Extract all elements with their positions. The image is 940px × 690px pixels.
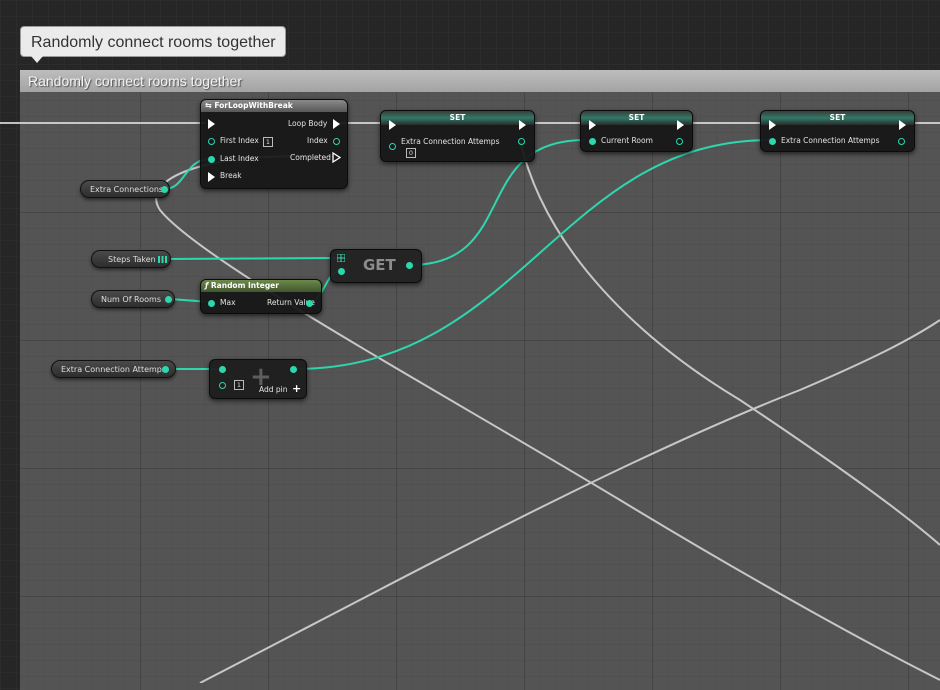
- set-current-room-node[interactable]: SET Current Room: [580, 110, 693, 152]
- for-loop-header[interactable]: ⇆ ForLoopWithBreak: [201, 100, 347, 112]
- set3-header: SET: [761, 111, 914, 125]
- set1-value[interactable]: 0: [406, 148, 416, 158]
- wires-layer: [0, 122, 940, 683]
- loop-body-label: Loop Body: [288, 119, 328, 128]
- var-extra-connections-label: Extra Connections: [90, 185, 164, 194]
- get-title: GET: [363, 256, 396, 274]
- var-extra-connection-attemps-out-pin[interactable]: [162, 366, 169, 373]
- var-num-of-rooms[interactable]: Num Of Rooms: [91, 290, 175, 308]
- var-extra-connection-attemps-label: Extra Connection Attemps: [61, 365, 167, 374]
- set3-value-out-pin[interactable]: [898, 138, 905, 145]
- last-index-pin[interactable]: [208, 156, 215, 163]
- index-out-pin[interactable]: [333, 138, 340, 145]
- set1-header: SET: [381, 111, 534, 125]
- break-label: Break: [220, 171, 242, 180]
- array-pin-icon[interactable]: [158, 256, 167, 263]
- set3-value-in-pin[interactable]: [769, 138, 776, 145]
- loop-body-exec-pin[interactable]: [333, 119, 340, 129]
- completed-exec-pin[interactable]: [332, 152, 341, 163]
- exec-wire-long: [199, 319, 940, 683]
- index-label: Index: [307, 136, 328, 145]
- for-loop-exec-in-pin[interactable]: [208, 119, 215, 129]
- exec-wire-back: [519, 139, 940, 546]
- var-num-of-rooms-out-pin[interactable]: [165, 296, 172, 303]
- var-steps-taken-label: Steps Taken: [108, 255, 156, 264]
- macro-icon: ⇆: [205, 101, 212, 110]
- set1-value-out-pin[interactable]: [518, 138, 525, 145]
- set3-exec-in-pin[interactable]: [769, 120, 776, 130]
- exec-wire-completed: [155, 155, 940, 681]
- set3-pin-label: Extra Connection Attemps: [781, 136, 880, 145]
- var-num-of-rooms-label: Num Of Rooms: [101, 295, 161, 304]
- first-index-label: First Index: [220, 136, 259, 145]
- set2-exec-out-pin[interactable]: [677, 120, 684, 130]
- add-pin-plus-icon[interactable]: +: [292, 382, 301, 395]
- completed-label: Completed: [290, 153, 331, 162]
- set2-value-out-pin[interactable]: [676, 138, 683, 145]
- for-loop-with-break-node[interactable]: ⇆ ForLoopWithBreak First Index 1 Last In…: [200, 99, 348, 189]
- add-int-node[interactable]: 1 + Add pin +: [209, 359, 307, 399]
- add-in-pin-b[interactable]: [219, 382, 226, 389]
- add-value-b[interactable]: 1: [234, 380, 244, 390]
- set2-header: SET: [581, 111, 692, 125]
- random-integer-header: ƒ Random Integer: [201, 280, 321, 292]
- get-out-pin[interactable]: [406, 262, 413, 269]
- add-pin-label[interactable]: Add pin: [259, 385, 288, 394]
- var-extra-connections-out-pin[interactable]: [161, 186, 168, 193]
- set1-exec-out-pin[interactable]: [519, 120, 526, 130]
- array-pin-icon[interactable]: [337, 254, 345, 262]
- set2-exec-in-pin[interactable]: [589, 120, 596, 130]
- random-integer-title: Random Integer: [210, 281, 279, 290]
- set2-value-in-pin[interactable]: [589, 138, 596, 145]
- break-exec-pin[interactable]: [208, 172, 215, 182]
- first-index-pin[interactable]: [208, 138, 215, 145]
- set-extra-connection-attemps-node-2[interactable]: SET Extra Connection Attemps: [760, 110, 915, 152]
- set1-pin-label: Extra Connection Attemps: [401, 137, 500, 146]
- set3-exec-out-pin[interactable]: [899, 120, 906, 130]
- return-value-out-pin[interactable]: [306, 300, 313, 307]
- var-extra-connection-attemps[interactable]: Extra Connection Attemps: [51, 360, 176, 378]
- add-out-pin[interactable]: [290, 366, 297, 373]
- add-in-pin-a[interactable]: [219, 366, 226, 373]
- get-array-node[interactable]: GET: [330, 249, 422, 283]
- set1-exec-in-pin[interactable]: [389, 120, 396, 130]
- max-in-pin[interactable]: [208, 300, 215, 307]
- var-extra-connections[interactable]: Extra Connections: [80, 180, 170, 198]
- var-steps-taken[interactable]: Steps Taken: [91, 250, 171, 268]
- last-index-label: Last Index: [220, 154, 259, 163]
- max-label: Max: [220, 298, 236, 307]
- set2-pin-label: Current Room: [601, 136, 653, 145]
- get-index-in-pin[interactable]: [338, 268, 345, 275]
- for-loop-title: ForLoopWithBreak: [214, 101, 293, 110]
- random-integer-node[interactable]: ƒ Random Integer Max Return Value: [200, 279, 322, 314]
- function-icon: ƒ: [205, 281, 209, 290]
- set-extra-connection-attemps-node-1[interactable]: SET Extra Connection Attemps 0: [380, 110, 535, 162]
- set1-value-in-pin[interactable]: [389, 143, 396, 150]
- first-index-value[interactable]: 1: [263, 137, 273, 147]
- wire-steps-taken: [164, 257, 339, 260]
